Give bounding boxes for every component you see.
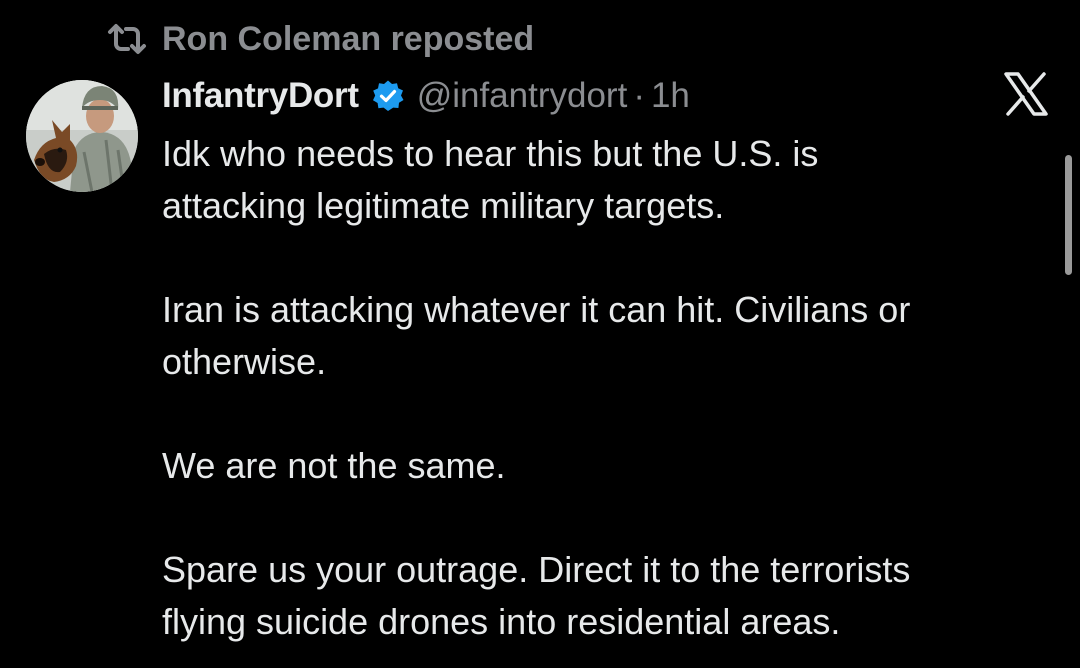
tweet-text: Idk who needs to hear this but the U.S. … xyxy=(162,128,1032,648)
tweet-paragraph: Iran is attacking whatever it can hit. C… xyxy=(162,289,911,382)
repost-icon xyxy=(106,22,148,56)
post-time[interactable]: 1h xyxy=(651,76,690,116)
avatar[interactable] xyxy=(26,80,138,192)
author-handle[interactable]: @infantrydort xyxy=(417,76,628,116)
x-logo-icon[interactable] xyxy=(1002,70,1050,118)
author-display-name[interactable]: InfantryDort xyxy=(162,76,359,116)
repost-indicator[interactable]: Ron Coleman reposted xyxy=(106,16,534,62)
tweet-paragraph: Spare us your outrage. Direct it to the … xyxy=(162,549,911,642)
separator-dot: · xyxy=(633,76,645,115)
tweet-paragraph: We are not the same. xyxy=(162,445,506,486)
repost-text: Ron Coleman reposted xyxy=(162,19,535,58)
verified-badge-icon[interactable] xyxy=(371,79,405,113)
tweet-header: InfantryDort @infantrydort · 1h xyxy=(162,70,690,122)
tweet-paragraph: Idk who needs to hear this but the U.S. … xyxy=(162,133,819,226)
scrollbar[interactable] xyxy=(1065,155,1072,275)
